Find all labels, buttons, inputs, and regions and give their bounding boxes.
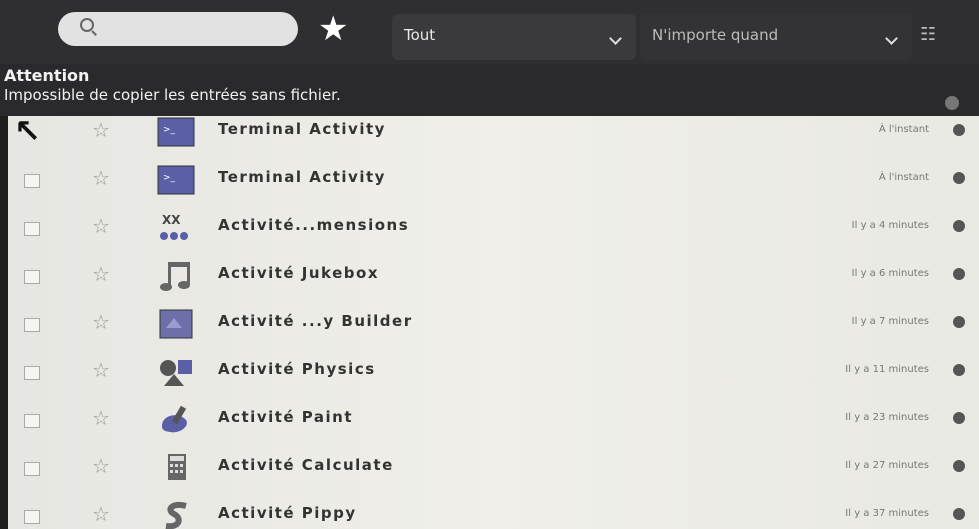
activity-time: À l'instant <box>878 172 929 183</box>
resume-icon[interactable] <box>953 460 965 472</box>
select-checkbox[interactable] <box>24 318 40 332</box>
activity-time: Il y a 37 minutes <box>845 508 929 519</box>
activity-name: Activité Paint <box>218 408 354 426</box>
list-item[interactable]: ☆ Activité Paint Il y a 23 minutes <box>8 400 979 448</box>
story-builder-icon <box>159 309 193 339</box>
activity-time: Il y a 7 minutes <box>851 316 929 327</box>
select-checkbox[interactable] <box>24 174 40 188</box>
music-icon <box>160 262 190 291</box>
activity-name: Terminal Activity <box>218 120 386 138</box>
activity-name: Activité Pippy <box>218 504 357 522</box>
svg-text:>_: >_ <box>163 125 176 135</box>
resume-icon[interactable] <box>953 508 965 520</box>
terminal-icon: >_ <box>157 165 195 195</box>
favorite-star-icon[interactable]: ☆ <box>92 262 110 286</box>
list-item[interactable]: ☆ Activité ...y Builder Il y a 7 minutes <box>8 304 979 352</box>
resume-icon[interactable] <box>953 220 965 232</box>
favorite-star-icon[interactable]: ☆ <box>92 406 110 430</box>
chevron-down-icon <box>609 32 622 45</box>
list-item[interactable]: ☆ XX Activité...mensions Il y a 4 minute… <box>8 208 979 256</box>
favorite-star-icon[interactable]: ☆ <box>92 358 110 382</box>
activity-name: Terminal Activity <box>218 168 386 186</box>
terminal-icon: >_ <box>157 117 195 147</box>
alert-bar: Attention Impossible de copier les entré… <box>0 64 979 116</box>
list-item[interactable]: ☆ Activité Pippy Il y a 37 minutes <box>8 496 979 529</box>
activity-time: À l'instant <box>878 124 929 135</box>
type-filter-label: Tout <box>404 26 436 44</box>
activity-name: Activité Physics <box>218 360 376 378</box>
resume-icon[interactable] <box>953 316 965 328</box>
alert-dismiss-icon[interactable] <box>945 96 959 110</box>
favorite-star-icon[interactable]: ☆ <box>92 502 110 526</box>
activity-name: Activité Calculate <box>218 456 394 474</box>
activity-time: Il y a 27 minutes <box>845 460 929 471</box>
list-item[interactable]: ☆ Activité Physics Il y a 11 minutes <box>8 352 979 400</box>
select-checkbox[interactable] <box>24 270 40 284</box>
activity-time: Il y a 23 minutes <box>845 412 929 423</box>
favorite-star-icon[interactable]: ☆ <box>92 454 110 478</box>
resume-icon[interactable] <box>953 364 965 376</box>
list-item[interactable]: ↖ ☆ >_ Terminal Activity À l'instant <box>8 116 979 160</box>
calculate-icon <box>168 454 186 480</box>
alert-message: Impossible de copier les entrées sans fi… <box>4 86 341 104</box>
mouse-pointer-icon: ↖ <box>14 116 41 150</box>
dimensions-icon: XX <box>160 213 188 240</box>
activity-name: Activité Jukebox <box>218 264 380 282</box>
list-item[interactable]: ☆ >_ Terminal Activity À l'instant <box>8 160 979 208</box>
resume-icon[interactable] <box>953 412 965 424</box>
type-filter-dropdown[interactable]: Tout <box>392 14 636 60</box>
paint-icon <box>162 405 187 433</box>
activity-time: Il y a 4 minutes <box>851 220 929 231</box>
journal-toolbar: ★ Tout N'importe quand ☷ <box>0 0 979 64</box>
select-checkbox[interactable] <box>24 510 40 524</box>
select-checkbox[interactable] <box>24 366 40 380</box>
svg-text:XX: XX <box>162 213 181 227</box>
resume-icon[interactable] <box>953 268 965 280</box>
favorite-star-icon[interactable]: ☆ <box>92 214 110 238</box>
list-item[interactable]: ☆ Activité Calculate Il y a 27 minutes <box>8 448 979 496</box>
activity-time: Il y a 11 minutes <box>845 364 929 375</box>
time-filter-label: N'importe quand <box>652 26 779 44</box>
favorite-star-icon[interactable]: ☆ <box>92 310 110 334</box>
search-icon <box>80 18 94 32</box>
activity-name: Activité...mensions <box>218 216 410 234</box>
chevron-down-icon <box>885 32 898 45</box>
list-item[interactable]: ☆ Activité Jukebox Il y a 6 minutes <box>8 256 979 304</box>
resume-icon[interactable] <box>953 124 965 136</box>
select-checkbox[interactable] <box>24 462 40 476</box>
time-filter-dropdown[interactable]: N'importe quand <box>640 14 912 60</box>
activity-time: Il y a 6 minutes <box>851 268 929 279</box>
journal-list: ↖ ☆ >_ Terminal Activity À l'instant ☆ >… <box>8 116 979 529</box>
favorite-star-icon[interactable]: ☆ <box>92 166 110 190</box>
favorite-star-icon[interactable]: ☆ <box>92 118 110 142</box>
alert-title: Attention <box>4 66 90 85</box>
activity-name: Activité ...y Builder <box>218 312 413 330</box>
search-input[interactable] <box>58 12 298 46</box>
select-checkbox[interactable] <box>24 414 40 428</box>
list-view-icon[interactable]: ☷ <box>920 24 942 46</box>
select-checkbox[interactable] <box>24 222 40 236</box>
physics-icon <box>160 360 192 386</box>
pippy-icon <box>165 502 187 529</box>
resume-icon[interactable] <box>953 172 965 184</box>
favorites-filter-star-icon[interactable]: ★ <box>318 12 348 46</box>
svg-text:>_: >_ <box>163 173 176 183</box>
